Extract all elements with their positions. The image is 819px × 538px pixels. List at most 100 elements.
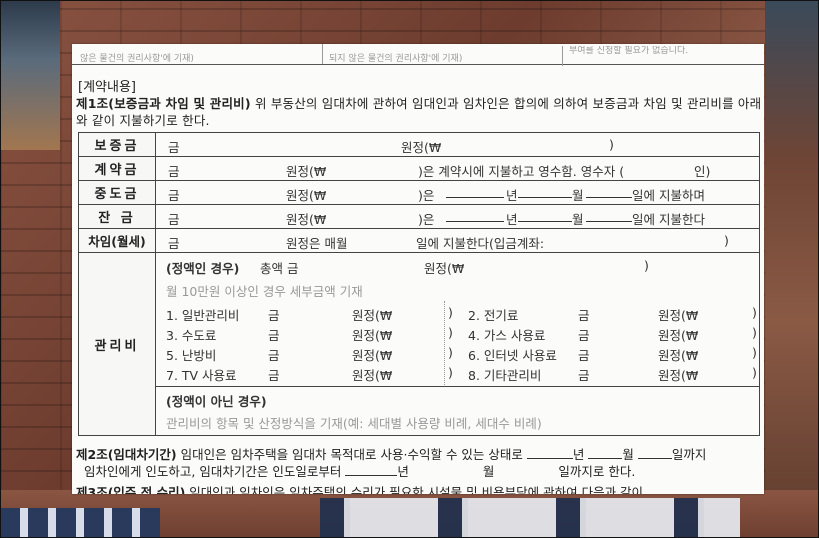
middle-row: 중도금 금 원정(₩ )은 년 월 일에 지불하며 [78, 180, 760, 205]
article-1: 제1조(보증금과 차임 및 관리비) 위 부동산의 임대차에 관하여 임대인과 … [76, 95, 762, 129]
background-building [0, 0, 60, 150]
mgmt-item-6: 6. 인터넷 사용료 [468, 348, 557, 363]
mgmt-item-3-close: ) [448, 325, 453, 340]
management-row: 관리비 (정액인 경우) 총액 금 원정(₩ ) 월 10만원 이상인 경우 세… [78, 252, 760, 436]
mgmt-note: 월 10만원 이상인 경우 세부금액 기재 [166, 284, 363, 299]
mgmt-item-8-geum: 금 [578, 368, 590, 383]
mgmt-nonfixed-text: 관리비의 항목 및 산정방식을 기재(예: 세대별 사용량 비례, 세대수 비례… [166, 416, 542, 431]
article-1-heading: 제1조(보증금과 차임 및 관리비) [76, 96, 251, 111]
mgmt-item-6-geum: 금 [578, 348, 590, 363]
mgmt-item-1-won: 원정(₩ [352, 308, 393, 323]
deposit-close: ) [609, 137, 614, 152]
middle-month: 월 [572, 188, 584, 203]
article-2-year2: 년 [397, 464, 409, 479]
balance-day: 일에 지불한다 [632, 212, 705, 227]
contract-won: 원정(₩ [286, 164, 327, 179]
mgmt-item-2-close: ) [752, 305, 757, 320]
balance-row: 잔 금 금 원정(₩ )은 년 월 일에 지불한다 [78, 204, 760, 229]
section-title: [계약내용] [78, 80, 136, 95]
mgmt-item-8-close: ) [752, 365, 757, 380]
mgmt-item-3-won: 원정(₩ [352, 328, 393, 343]
article-2-text2: 임차인에게 인도하고, 임대차기간은 인도일로부터 [83, 464, 342, 479]
balance-eun: )은 [418, 212, 435, 227]
mgmt-item-5-close: ) [448, 345, 453, 360]
prev-cell-1: 않은 물건의 권리사항'에 기재) [80, 54, 194, 64]
contract-document: 않은 물건의 권리사항'에 기재) 되지 않은 물건의 권리사항'에 기재) 부… [72, 44, 764, 494]
balance-month: 월 [572, 212, 584, 227]
middle-day-blank[interactable] [586, 185, 632, 198]
article-2-heading: 제2조(임대차기간) [76, 447, 177, 462]
article-2-month2: 월 [482, 464, 495, 479]
prev-cell-2: 되지 않은 물건의 권리사항'에 기재) [322, 44, 561, 64]
mgmt-fixed-close: ) [644, 258, 649, 273]
balance-geum: 금 [168, 212, 180, 227]
deposit-won: 원정(₩ [401, 140, 442, 155]
mgmt-item-1-close: ) [448, 305, 453, 320]
rent-geum: 금 [168, 236, 180, 251]
art2-year-blank[interactable] [526, 446, 573, 459]
article-3-heading: 제3조(입주 전 수리) [76, 485, 186, 494]
art2-month-blank[interactable] [588, 446, 623, 459]
article-2-day1: 일까지 [671, 447, 707, 462]
mgmt-fixed-title: (정액인 경우) [166, 261, 240, 276]
article-2: 제2조(임대차기간) 임대인은 임차주택을 임대차 목적대로 사용·수익할 수 … [76, 446, 762, 480]
mgmt-fixed-won: 원정(₩ [424, 261, 465, 276]
mgmt-item-6-won: 원정(₩ [658, 348, 699, 363]
prev-cell-3: 부여를 신청할 필요가 없습니다. [562, 46, 764, 66]
middle-year: 년 [506, 188, 518, 203]
mgmt-item-7: 7. TV 사용료 [166, 368, 237, 383]
background-wall [765, 0, 819, 538]
balance-month-blank[interactable] [518, 209, 572, 222]
article-2-text1: 임대인은 임차주택을 임대차 목적대로 사용·수익할 수 있는 상태로 [176, 447, 523, 462]
mgmt-item-5-won: 원정(₩ [352, 348, 393, 363]
mgmt-item-2-geum: 금 [578, 308, 590, 323]
middle-month-blank[interactable] [518, 185, 572, 198]
contract-row: 계약금 금 원정(₩ )은 계약시에 지불하고 영수함. 영수자 ( 인) [78, 156, 760, 181]
article-2-year: 년 [572, 447, 585, 462]
contract-rest: )은 계약시에 지불하고 영수함. 영수자 ( [418, 164, 625, 179]
mgmt-item-7-won: 원정(₩ [352, 368, 393, 383]
article-2-month: 월 [622, 447, 634, 462]
article-2-day2: 일까지로 한다. [558, 464, 636, 479]
rent-rest: 일에 지불한다(입금계좌: [416, 236, 545, 251]
rent-close: ) [724, 233, 729, 248]
management-label: 관리비 [78, 252, 156, 436]
balance-year-blank[interactable] [446, 209, 504, 222]
mgmt-item-5-geum: 금 [268, 348, 280, 363]
mgmt-item-8: 8. 기타관리비 [468, 368, 542, 383]
balance-won: 원정(₩ [286, 212, 327, 227]
mgmt-item-3: 3. 수도료 [166, 328, 217, 343]
middle-won: 원정(₩ [286, 188, 327, 203]
contract-geum: 금 [168, 164, 180, 179]
rent-row: 차임(월세) 금 원정은 매월 일에 지불한다(입금계좌: ) [78, 228, 760, 253]
mgmt-item-8-won: 원정(₩ [658, 368, 699, 383]
middle-label: 중도금 [78, 180, 156, 205]
article-3-text: 임대인과 임차인은 임차주택의 수리가 필요한 시설물 및 비용부담에 관하여 … [185, 485, 644, 494]
mgmt-item-7-close: ) [448, 365, 453, 380]
balance-label: 잔 금 [78, 204, 156, 229]
mgmt-item-1: 1. 일반관리비 [166, 308, 240, 323]
middle-eun: )은 [418, 188, 435, 203]
art2-day-blank[interactable] [637, 446, 672, 459]
deposit-row: 보증금 금 원정(₩ ) [78, 132, 760, 157]
mgmt-item-4-geum: 금 [578, 328, 590, 343]
mgmt-item-2: 2. 전기료 [468, 308, 519, 323]
mgmt-fixed-total: 총액 금 [260, 261, 299, 276]
deposit-label: 보증금 [78, 132, 156, 157]
rent-label: 차임(월세) [78, 228, 156, 253]
middle-geum: 금 [168, 188, 180, 203]
balance-day-blank[interactable] [586, 209, 632, 222]
mgmt-item-4-close: ) [752, 325, 757, 340]
article-3: 제3조(입주 전 수리) 임대인과 임차인은 임차주택의 수리가 필요한 시설물… [76, 484, 762, 494]
contract-close: 인) [694, 164, 711, 179]
art2-year2-blank[interactable] [345, 463, 398, 476]
background-window-left [0, 508, 160, 538]
middle-day: 일에 지불하며 [632, 188, 705, 203]
mgmt-item-7-geum: 금 [268, 368, 280, 383]
previous-table-row: 않은 물건의 권리사항'에 기재) 되지 않은 물건의 권리사항'에 기재) 부… [72, 44, 764, 66]
rent-text: 원정은 매월 [286, 236, 348, 251]
mgmt-item-6-close: ) [752, 345, 757, 360]
mgmt-item-4-won: 원정(₩ [658, 328, 699, 343]
middle-year-blank[interactable] [446, 185, 504, 198]
mgmt-item-4: 4. 가스 사용료 [468, 328, 546, 343]
